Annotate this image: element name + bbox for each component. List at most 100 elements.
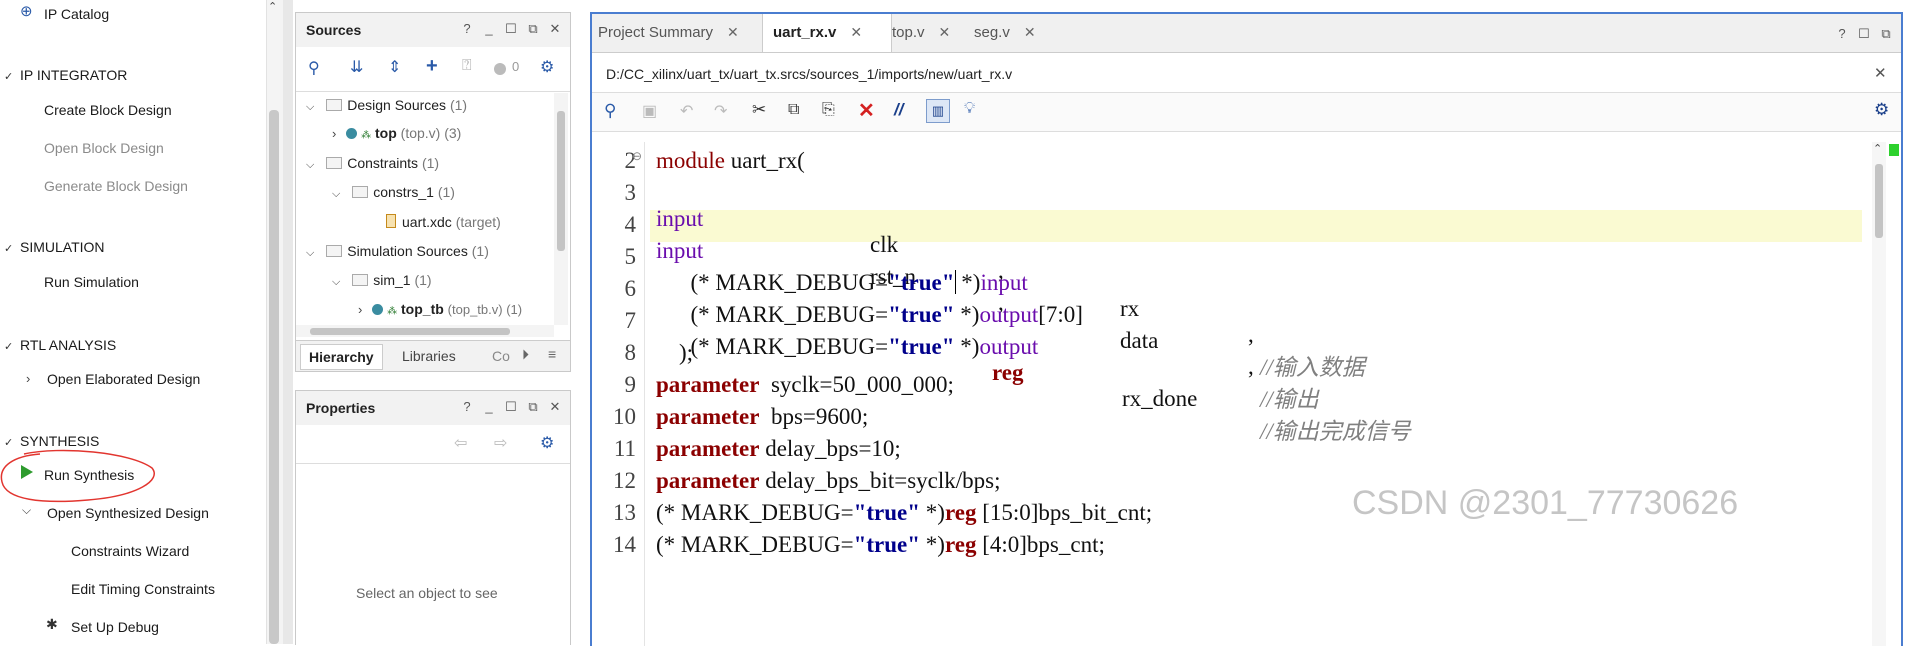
flow-scrollbar-thumb[interactable] — [269, 110, 279, 644]
tree-top[interactable]: › ⁂ top (top.v) (3) — [332, 125, 461, 141]
back-arrow-icon[interactable]: ⇦ — [454, 433, 467, 453]
float-icon[interactable]: ⧉ — [526, 21, 540, 37]
close-icon[interactable]: ✕ — [548, 399, 562, 415]
scroll-up-icon[interactable]: ⌃ — [268, 0, 277, 13]
column-select-icon[interactable]: ▥ — [926, 99, 950, 123]
tab-hierarchy[interactable]: Hierarchy — [300, 344, 383, 370]
restore-icon[interactable]: ☐ — [504, 21, 518, 37]
minimize-icon[interactable]: _ — [482, 21, 496, 37]
delete-icon[interactable]: ✕ — [858, 98, 875, 123]
lightbulb-icon[interactable]: 💡︎ — [964, 100, 975, 118]
close-icon[interactable]: ✕ — [1874, 64, 1887, 82]
close-icon[interactable]: ✕ — [939, 24, 951, 40]
tab-uart-rx[interactable]: uart_rx.v ✕ — [762, 14, 892, 52]
tree-design-sources[interactable]: ⌵ Design Sources (1) — [306, 97, 467, 114]
collapse-all-icon[interactable]: ⇊ — [350, 57, 363, 77]
fold-icon[interactable]: ⊖ — [632, 149, 642, 164]
float-icon[interactable]: ⧉ — [1879, 26, 1893, 42]
section-synthesis[interactable]: SYNTHESIS — [20, 433, 99, 449]
tree-sim-1[interactable]: ⌵ sim_1 (1) — [332, 272, 432, 289]
chevron-right-icon[interactable]: › — [26, 371, 30, 386]
tree-constrs-1[interactable]: ⌵ constrs_1 (1) — [332, 184, 455, 201]
gear-icon[interactable]: ⚙ — [540, 433, 554, 453]
chevron-down-icon[interactable]: ✓ — [4, 70, 13, 83]
flow-open-synthesized-design[interactable]: Open Synthesized Design — [47, 505, 209, 521]
scroll-up-icon[interactable]: ⌃ — [1873, 142, 1882, 155]
flow-ip-catalog[interactable]: IP Catalog — [44, 6, 109, 22]
chevron-down-icon[interactable]: ⌵ — [332, 188, 340, 200]
flow-create-block-design[interactable]: Create Block Design — [44, 102, 172, 118]
chevron-right-icon[interactable]: › — [332, 126, 336, 141]
tree-count: (1) — [437, 184, 455, 200]
line-number: 12 — [613, 468, 636, 493]
tree-constraints[interactable]: ⌵ Constraints (1) — [306, 155, 439, 172]
close-icon[interactable]: ✕ — [850, 24, 862, 40]
expand-all-icon[interactable]: ⇕ — [388, 57, 401, 77]
chevron-down-icon[interactable]: ⌵ — [306, 247, 314, 259]
chevron-down-icon[interactable]: ⌵ — [22, 503, 31, 518]
chevron-right-icon[interactable]: › — [358, 302, 362, 317]
section-simulation[interactable]: SIMULATION — [20, 239, 105, 255]
chevron-down-icon[interactable]: ⌵ — [332, 276, 340, 288]
chevron-down-icon[interactable]: ⌵ — [306, 101, 314, 113]
tree-simulation-sources[interactable]: ⌵ Simulation Sources (1) — [306, 243, 489, 260]
run-play-icon[interactable] — [20, 464, 34, 483]
flow-edit-timing-constraints[interactable]: Edit Timing Constraints — [71, 581, 215, 597]
close-icon[interactable]: ✕ — [727, 24, 739, 40]
code-area[interactable]: 2 ⊖ module uart_rx( 3 input clk , 4 inpu… — [592, 142, 1862, 646]
forward-arrow-icon[interactable]: ⇨ — [494, 433, 507, 453]
help-icon[interactable]: ? — [460, 21, 474, 37]
tab-top-v[interactable]: top.v ✕ — [892, 14, 950, 52]
section-ip-integrator[interactable]: IP INTEGRATOR — [20, 67, 127, 83]
close-icon[interactable]: ✕ — [1024, 24, 1036, 40]
minimize-icon[interactable]: _ — [482, 399, 496, 415]
tab-libraries[interactable]: Libraries — [402, 348, 456, 364]
copy-icon[interactable]: ⧉ — [788, 101, 799, 119]
sources-vscroll-thumb[interactable] — [557, 111, 565, 251]
comment-toggle-icon[interactable]: // — [894, 100, 903, 120]
help-icon[interactable]: ? — [1835, 26, 1849, 42]
chevron-down-icon[interactable]: ⌵ — [306, 159, 314, 171]
redo-icon[interactable]: ↷ — [714, 101, 727, 121]
gear-icon[interactable]: ⚙ — [540, 57, 554, 77]
attr: *) — [954, 334, 980, 359]
add-sources-icon[interactable]: + — [426, 55, 438, 78]
tab-seg-v[interactable]: seg.v ✕ — [974, 14, 1036, 52]
tree-top-tb[interactable]: › ⁂ top_tb (top_tb.v) (1) — [358, 301, 558, 317]
search-icon[interactable]: ⚲ — [604, 101, 616, 121]
chevron-down-icon[interactable]: ✓ — [4, 242, 13, 255]
flow-open-elaborated-design[interactable]: Open Elaborated Design — [47, 371, 200, 387]
tab-compile-order[interactable]: Co — [492, 348, 510, 364]
pane-splitter[interactable] — [283, 0, 293, 644]
cut-icon[interactable]: ✂ — [752, 100, 766, 120]
tree-uart-xdc[interactable]: uart.xdc (target) — [386, 214, 501, 230]
paste-icon[interactable]: ⎘ — [822, 101, 835, 119]
flow-run-simulation[interactable]: Run Simulation — [44, 274, 139, 290]
undo-icon[interactable]: ↶ — [680, 101, 693, 121]
editor-vscroll-thumb[interactable] — [1875, 164, 1883, 238]
search-icon[interactable]: ⚲ — [308, 58, 320, 78]
restore-icon[interactable]: ☐ — [504, 399, 518, 415]
line-number: 9 — [624, 372, 637, 397]
gear-icon[interactable]: ⚙ — [1874, 100, 1889, 120]
flow-set-up-debug[interactable]: Set Up Debug — [71, 619, 159, 635]
identifier: delay_bps_bit=syclk/bps; — [759, 468, 1001, 493]
restore-icon[interactable]: ☐ — [1857, 26, 1871, 42]
tab-project-summary[interactable]: Project Summary ✕ — [598, 14, 739, 52]
chevron-down-icon[interactable]: ✓ — [4, 340, 13, 353]
tab-menu-icon[interactable]: ≡ — [548, 346, 556, 362]
sources-hscroll-thumb[interactable] — [310, 328, 510, 335]
properties-icon[interactable]: ⍰ — [462, 57, 472, 75]
float-icon[interactable]: ⧉ — [526, 399, 540, 415]
error-stripe-ok[interactable] — [1889, 144, 1899, 156]
save-icon[interactable]: ▣ — [642, 101, 657, 121]
tab-overflow-icon[interactable]: ⏵ — [522, 346, 529, 363]
flow-constraints-wizard[interactable]: Constraints Wizard — [71, 543, 189, 559]
line-number: 8 — [624, 340, 637, 365]
close-icon[interactable]: ✕ — [548, 21, 562, 37]
flow-generate-block-design[interactable]: Generate Block Design — [44, 178, 188, 194]
section-rtl-analysis[interactable]: RTL ANALYSIS — [20, 337, 116, 353]
flow-open-block-design[interactable]: Open Block Design — [44, 140, 164, 156]
help-icon[interactable]: ? — [460, 399, 474, 415]
flow-run-synthesis[interactable]: Run Synthesis — [44, 467, 134, 483]
